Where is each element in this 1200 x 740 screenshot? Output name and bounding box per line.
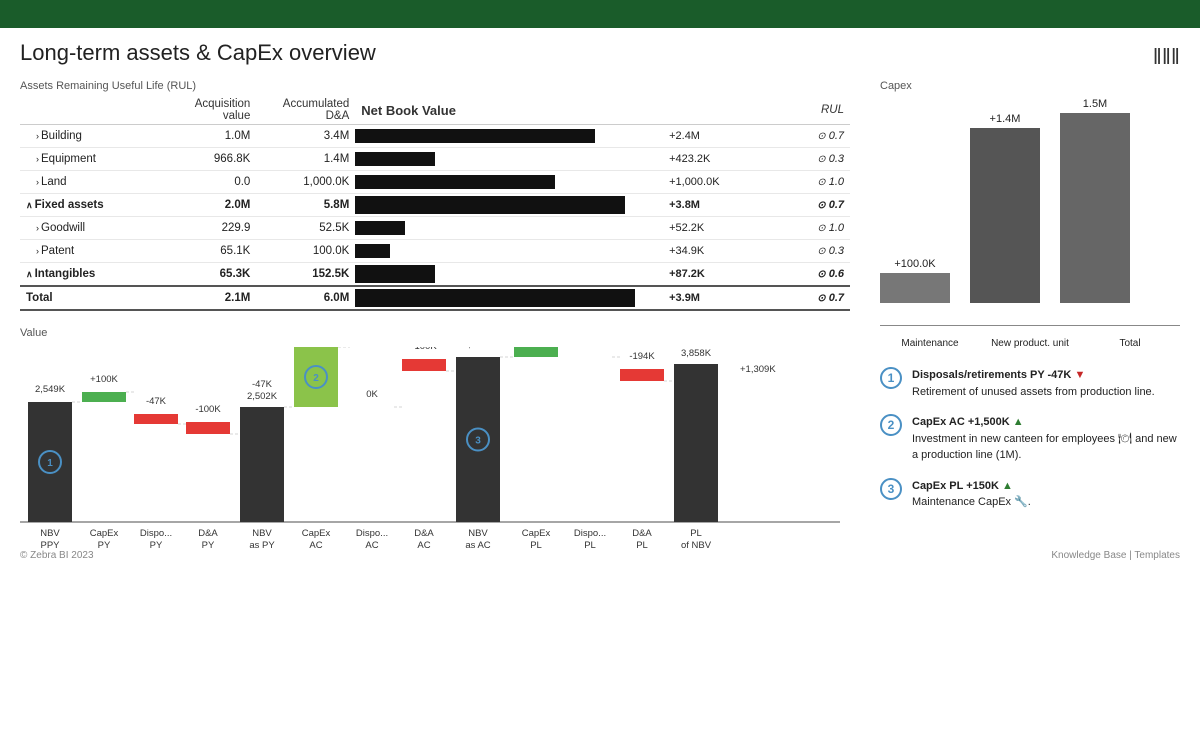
col-daa: Accumulated D&A	[256, 96, 355, 125]
page-title: Long-term assets & CapEx overview	[20, 40, 376, 66]
svg-text:2,502K: 2,502K	[247, 391, 278, 402]
svg-text:Dispo...: Dispo...	[356, 528, 388, 539]
annotation-item: 1Disposals/retirements PY -47K ▼Retireme…	[880, 367, 1180, 400]
row-name: Total	[20, 286, 163, 310]
svg-text:3,858K: 3,858K	[681, 348, 712, 359]
annotation-item: 2CapEx AC +1,500K ▲Investment in new can…	[880, 414, 1180, 464]
capex-bar	[970, 128, 1040, 303]
svg-text:D&A: D&A	[198, 528, 218, 539]
row-name: ›Building	[20, 125, 163, 148]
svg-text:NBV: NBV	[40, 528, 60, 539]
svg-text:NBV: NBV	[252, 528, 272, 539]
asset-table: Acquisition value Accumulated D&A Net Bo…	[20, 96, 850, 311]
svg-text:-100K: -100K	[411, 347, 437, 352]
svg-text:-100K: -100K	[195, 404, 221, 415]
row-name: ∧Intangibles	[20, 263, 163, 287]
col-nbv: Net Book Value	[355, 96, 663, 125]
svg-text:1: 1	[47, 458, 53, 469]
svg-text:-47K: -47K	[252, 379, 273, 390]
svg-text:+100K: +100K	[90, 374, 118, 385]
svg-text:Dispo...: Dispo...	[574, 528, 606, 539]
svg-text:3,902K: 3,902K	[463, 347, 494, 350]
bar-chart-icon: ‖‖‖	[1153, 44, 1180, 70]
col-rul: RUL	[795, 96, 850, 125]
row-name: ›Equipment	[20, 148, 163, 171]
capex-bar-group: +1.4M	[970, 96, 1040, 303]
copyright: © Zebra BI 2023	[20, 550, 94, 561]
svg-text:CapEx: CapEx	[522, 528, 551, 539]
svg-text:PL: PL	[690, 528, 702, 539]
row-name: ›Goodwill	[20, 217, 163, 240]
svg-text:NBV: NBV	[468, 528, 488, 539]
svg-text:2: 2	[313, 373, 319, 384]
footer: © Zebra BI 2023 Knowledge Base | Templat…	[20, 550, 1180, 561]
svg-text:3: 3	[475, 436, 481, 447]
svg-text:-194K: -194K	[629, 351, 655, 362]
svg-text:CapEx: CapEx	[90, 528, 119, 539]
col-acq: Acquisition value	[163, 96, 256, 125]
svg-text:-47K: -47K	[146, 396, 167, 407]
svg-text:Dispo...: Dispo...	[140, 528, 172, 539]
svg-text:CapEx: CapEx	[302, 528, 331, 539]
annotation-item: 3CapEx PL +150K ▲Maintenance CapEx 🔧.	[880, 478, 1180, 511]
svg-text:+1,309K: +1,309K	[740, 364, 776, 375]
row-name: ›Patent	[20, 240, 163, 263]
svg-text:D&A: D&A	[414, 528, 434, 539]
svg-text:0K: 0K	[584, 347, 596, 350]
svg-text:D&A: D&A	[632, 528, 652, 539]
value-section-label: Value	[20, 327, 850, 339]
row-name: ›Land	[20, 171, 163, 194]
footer-links: Knowledge Base | Templates	[1051, 550, 1180, 561]
row-name: ∧Fixed assets	[20, 194, 163, 217]
capex-bar-group: 1.5M	[1060, 96, 1130, 303]
capex-bar-group: +100.0K	[880, 96, 950, 303]
svg-text:0K: 0K	[366, 389, 378, 400]
table-section-label: Assets Remaining Useful Life (RUL)	[20, 80, 850, 92]
capex-bar	[880, 273, 950, 303]
capex-section-label: Capex	[880, 80, 1180, 92]
capex-bar	[1060, 113, 1130, 303]
svg-text:2,549K: 2,549K	[35, 384, 66, 395]
